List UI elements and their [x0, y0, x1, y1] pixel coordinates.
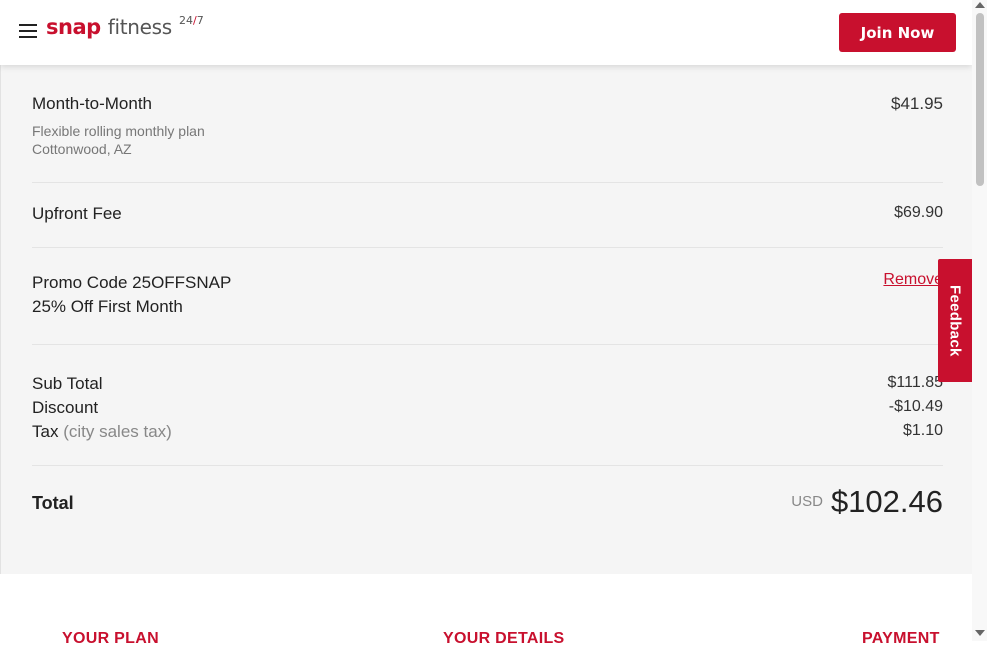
plan-row: Month-to-Month $41.95 Flexible rolling m…: [32, 94, 943, 164]
logo-fitness-text: fitness: [107, 15, 172, 39]
scroll-down-arrow-icon[interactable]: [975, 630, 985, 636]
step-your-details[interactable]: YOUR DETAILS: [443, 630, 565, 648]
feedback-label: Feedback: [946, 284, 964, 357]
total-row: Total USD $102.46: [32, 484, 943, 528]
plan-name: Month-to-Month: [32, 94, 152, 113]
subtotal-label: Sub Total: [32, 374, 103, 393]
tax-qualifier: (city sales tax): [63, 422, 172, 441]
order-summary: Month-to-Month $41.95 Flexible rolling m…: [0, 65, 972, 574]
step-payment[interactable]: PAYMENT: [862, 630, 940, 648]
remove-promo-link[interactable]: Remove: [883, 271, 943, 289]
tax-label: Tax (city sales tax): [32, 422, 172, 441]
checkout-steps: YOUR PLAN YOUR DETAILS PAYMENT: [0, 574, 971, 647]
divider: [32, 182, 943, 183]
totals-breakdown: Sub Total $111.85 Discount -$10.49 Tax (…: [32, 374, 943, 450]
scroll-thumb[interactable]: [976, 13, 984, 186]
scroll-up-arrow-icon[interactable]: [975, 2, 985, 8]
total-value: USD $102.46: [791, 484, 943, 520]
snap-fitness-logo[interactable]: snap fitness 24/7: [46, 14, 204, 47]
hamburger-menu-icon[interactable]: [19, 24, 37, 38]
promo-row: Promo Code 25OFFSNAP 25% Off First Month…: [32, 271, 943, 321]
upfront-fee-label: Upfront Fee: [32, 204, 122, 223]
upfront-fee-value: $69.90: [894, 204, 943, 221]
divider: [32, 465, 943, 466]
feedback-tab[interactable]: Feedback: [938, 259, 972, 382]
divider: [32, 344, 943, 345]
plan-location: Cottonwood, AZ: [32, 141, 132, 157]
plan-price: $41.95: [891, 94, 943, 113]
promo-code-label: Promo Code 25OFFSNAP: [32, 273, 232, 292]
upfront-fee-row: Upfront Fee $69.90: [32, 204, 943, 228]
total-amount: $102.46: [830, 484, 943, 519]
logo-24-7-mark: 24/7: [179, 14, 204, 27]
plan-description: Flexible rolling monthly plan: [32, 123, 205, 139]
vertical-scrollbar[interactable]: [972, 0, 987, 641]
logo-snap-text: snap: [46, 15, 101, 39]
subtotal-value: $111.85: [887, 374, 943, 391]
discount-label: Discount: [32, 398, 99, 417]
join-now-button[interactable]: Join Now: [839, 13, 956, 52]
discount-value: -$10.49: [888, 398, 943, 415]
tax-value: $1.10: [902, 422, 943, 439]
total-currency: USD: [791, 493, 823, 510]
site-header: snap fitness 24/7 Join Now: [0, 0, 972, 65]
step-your-plan[interactable]: YOUR PLAN: [62, 630, 159, 648]
divider: [32, 247, 943, 248]
total-label: Total: [32, 493, 74, 513]
promo-description: 25% Off First Month: [32, 297, 183, 316]
